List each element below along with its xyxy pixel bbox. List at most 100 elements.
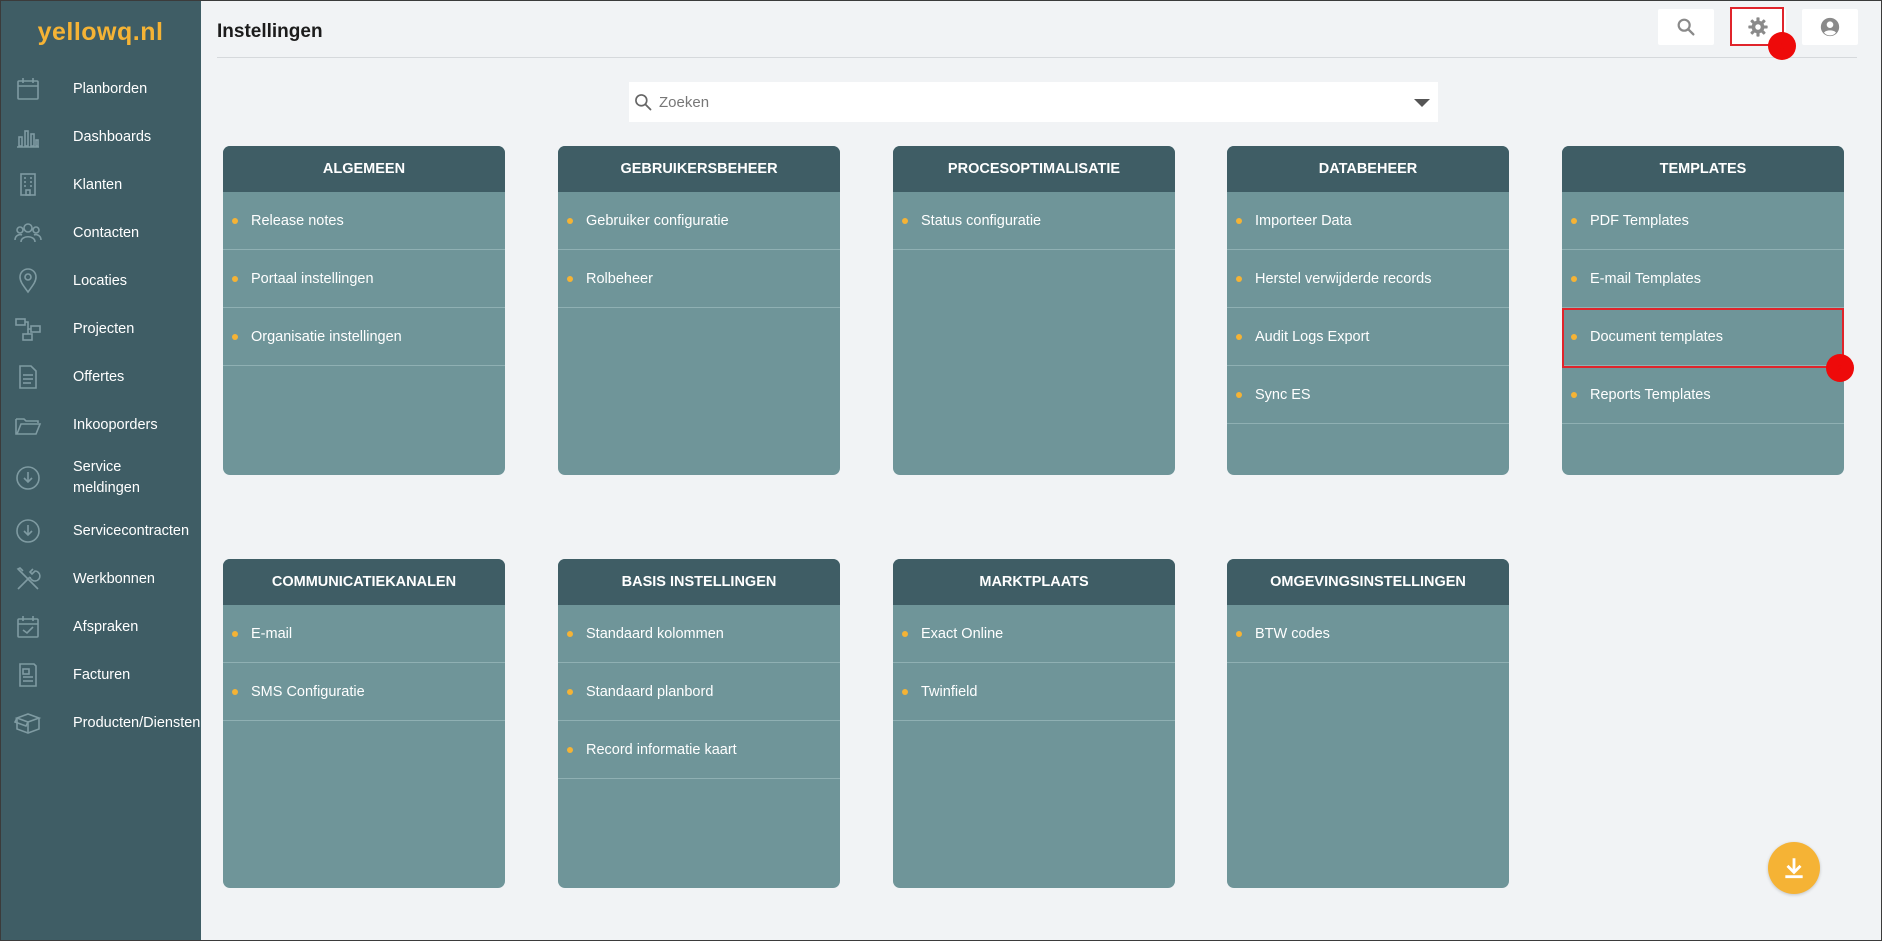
card-title: TEMPLATES bbox=[1562, 146, 1844, 192]
sidebar-item-producten-diensten[interactable]: Producten/Diensten bbox=[0, 699, 201, 747]
card-title: COMMUNICATIEKANALEN bbox=[223, 559, 505, 605]
sidebar-item-servicecontracten[interactable]: Servicecontracten bbox=[0, 507, 201, 555]
settings-link-organisatie-instellingen[interactable]: Organisatie instellingen bbox=[223, 308, 505, 366]
sidebar-item-label: Werkbonnen bbox=[73, 570, 155, 587]
settings-card-basis-instellingen: BASIS INSTELLINGEN Standaard kolommen Stan… bbox=[558, 559, 840, 888]
settings-link-exact-online[interactable]: Exact Online bbox=[893, 605, 1175, 663]
settings-search[interactable] bbox=[629, 82, 1438, 122]
annotation-badge-1: 1 bbox=[1768, 32, 1796, 60]
settings-link-label: Herstel verwijderde records bbox=[1255, 270, 1432, 287]
settings-card-marktplaats: MARKTPLAATS Exact Online Twinfield bbox=[893, 559, 1175, 888]
settings-link-label: Sync ES bbox=[1255, 386, 1311, 403]
bullet-dot-icon bbox=[1236, 333, 1242, 340]
settings-link-reports-templates[interactable]: Reports Templates bbox=[1562, 366, 1844, 424]
settings-link-gebruiker-configuratie[interactable]: Gebruiker configuratie bbox=[558, 192, 840, 250]
invoice-icon bbox=[14, 661, 42, 689]
bullet-dot-icon bbox=[567, 630, 573, 637]
settings-card-databeheer: DATABEHEER Importeer Data Herstel verwijde… bbox=[1227, 146, 1509, 475]
settings-link-record-informatie-kaart[interactable]: Record informatie kaart bbox=[558, 721, 840, 779]
settings-link-label: PDF Templates bbox=[1590, 212, 1689, 229]
settings-link-label: Audit Logs Export bbox=[1255, 328, 1370, 345]
sidebar-item-label: Dashboards bbox=[73, 128, 152, 145]
settings-card-omgevingsinstellingen: OMGEVINGSINSTELLINGEN BTW codes bbox=[1227, 559, 1509, 888]
settings-link-label: Record informatie kaart bbox=[586, 741, 737, 758]
settings-link-sync-es[interactable]: Sync ES bbox=[1227, 366, 1509, 424]
bullet-dot-icon bbox=[232, 217, 238, 224]
settings-link-btw-codes[interactable]: BTW codes bbox=[1227, 605, 1509, 663]
box-icon bbox=[13, 709, 42, 737]
sidebar-item-label: Afspraken bbox=[73, 618, 139, 635]
people-icon bbox=[14, 219, 42, 247]
settings-card-algemeen: ALGEMEEN Release notes Portaal instellinge… bbox=[223, 146, 505, 475]
bullet-dot-icon bbox=[1571, 391, 1577, 398]
settings-link-audit-logs-export[interactable]: Audit Logs Export bbox=[1227, 308, 1509, 366]
sidebar-item-label: Service meldingen bbox=[73, 459, 140, 496]
sidebar-item-afspraken[interactable]: Afspraken bbox=[0, 603, 201, 651]
global-search-button[interactable] bbox=[1658, 9, 1714, 45]
bullet-dot-icon bbox=[1236, 217, 1242, 224]
sidebar-item-label: Locaties bbox=[73, 272, 128, 289]
card-title: ALGEMEEN bbox=[223, 146, 505, 192]
settings-card-procesoptimalisatie: PROCESOPTIMALISATIE Status configuratie bbox=[893, 146, 1175, 475]
settings-link-label: Organisatie instellingen bbox=[251, 328, 402, 345]
settings-link-label: Gebruiker configuratie bbox=[586, 212, 729, 229]
settings-link-twinfield[interactable]: Twinfield bbox=[893, 663, 1175, 721]
sidebar-item-planborden[interactable]: Planborden bbox=[0, 65, 201, 113]
sidebar-item-label: Inkooporders bbox=[73, 416, 158, 433]
sidebar-item-werkbonnen[interactable]: Werkbonnen bbox=[0, 555, 201, 603]
sidebar-item-facturen[interactable]: Facturen bbox=[0, 651, 201, 699]
settings-link-label: Standaard planbord bbox=[586, 683, 714, 700]
sidebar-item-dashboards[interactable]: Dashboards bbox=[0, 113, 201, 161]
bullet-dot-icon bbox=[1236, 275, 1242, 282]
settings-link-portaal-instellingen[interactable]: Portaal instellingen bbox=[223, 250, 505, 308]
hierarchy-icon bbox=[14, 315, 42, 343]
sidebar-item-contacten[interactable]: Contacten bbox=[0, 209, 201, 257]
bullet-dot-icon bbox=[1571, 217, 1577, 224]
settings-card-communicatiekanalen: COMMUNICATIEKANALEN E-mail SMS Configurati… bbox=[223, 559, 505, 888]
sidebar-item-service-meldingen[interactable]: Service meldingen bbox=[0, 449, 201, 507]
folder-open-icon bbox=[14, 411, 42, 439]
settings-link-e-mail-templates[interactable]: E-mail Templates bbox=[1562, 250, 1844, 308]
settings-link-sms-configuratie[interactable]: SMS Configuratie bbox=[223, 663, 505, 721]
settings-link-label: Status configuratie bbox=[921, 212, 1042, 229]
settings-link-label: E-mail bbox=[251, 625, 293, 642]
bullet-dot-icon bbox=[567, 217, 573, 224]
settings-link-label: E-mail Templates bbox=[1590, 270, 1701, 287]
settings-link-standaard-planbord[interactable]: Standaard planbord bbox=[558, 663, 840, 721]
settings-link-importeer-data[interactable]: Importeer Data bbox=[1227, 192, 1509, 250]
settings-link-status-configuratie[interactable]: Status configuratie bbox=[893, 192, 1175, 250]
settings-link-herstel-verwijderde-records[interactable]: Herstel verwijderde records bbox=[1227, 250, 1509, 308]
settings-link-e-mail[interactable]: E-mail bbox=[223, 605, 505, 663]
download-fab[interactable] bbox=[1768, 842, 1820, 894]
settings-link-label: Twinfield bbox=[921, 683, 978, 700]
download-arrow-icon bbox=[1785, 858, 1803, 879]
sidebar-item-label: Producten/Diensten bbox=[73, 714, 201, 731]
bullet-dot-icon bbox=[902, 688, 908, 695]
sidebar-item-label: Facturen bbox=[73, 666, 131, 683]
card-title: OMGEVINGSINSTELLINGEN bbox=[1227, 559, 1509, 605]
sidebar-item-projecten[interactable]: Projecten bbox=[0, 305, 201, 353]
settings-link-pdf-templates[interactable]: PDF Templates bbox=[1562, 192, 1844, 250]
settings-link-standaard-kolommen[interactable]: Standaard kolommen bbox=[558, 605, 840, 663]
search-input[interactable] bbox=[659, 93, 1399, 111]
sidebar-item-offertes[interactable]: Offertes bbox=[0, 353, 201, 401]
settings-link-release-notes[interactable]: Release notes bbox=[223, 192, 505, 250]
bullet-dot-icon bbox=[232, 688, 238, 695]
sidebar-item-inkooporders[interactable]: Inkooporders bbox=[0, 401, 201, 449]
settings-link-label: Exact Online bbox=[921, 625, 1004, 642]
card-title: DATABEHEER bbox=[1227, 146, 1509, 192]
search-icon bbox=[1677, 18, 1695, 36]
chevron-down-icon[interactable] bbox=[1414, 99, 1430, 107]
account-button[interactable] bbox=[1802, 9, 1858, 45]
bullet-dot-icon bbox=[1571, 275, 1577, 282]
sidebar-item-locaties[interactable]: Locaties bbox=[0, 257, 201, 305]
page-title: Instellingen bbox=[217, 21, 323, 42]
download-circle-icon bbox=[14, 517, 42, 545]
settings-link-rolbeheer[interactable]: Rolbeheer bbox=[558, 250, 840, 308]
settings-card-gebruikersbeheer: GEBRUIKERSBEHEER Gebruiker configuratie Ro… bbox=[558, 146, 840, 475]
card-title: PROCESOPTIMALISATIE bbox=[893, 146, 1175, 192]
logo[interactable]: yellowq.nl bbox=[0, 18, 201, 47]
location-pin-icon bbox=[14, 267, 42, 295]
sidebar-item-klanten[interactable]: Klanten bbox=[0, 161, 201, 209]
settings-link-label: Rolbeheer bbox=[586, 270, 653, 287]
